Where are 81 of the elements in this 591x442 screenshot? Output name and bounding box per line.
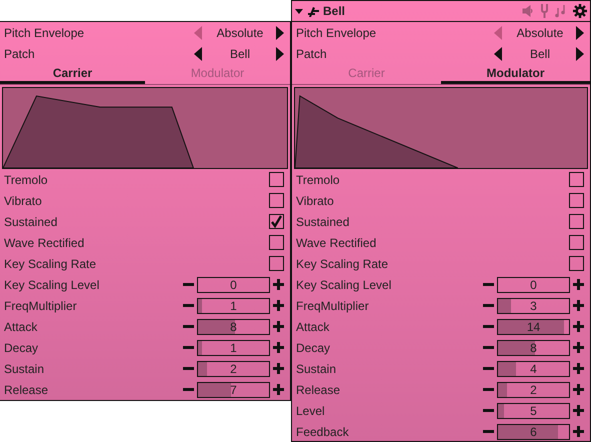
panel-title: Bell [323,3,346,20]
slider-track[interactable]: 5 [497,402,570,418]
option-label: Decay [4,340,40,356]
plus-icon[interactable] [573,300,584,311]
option-label: Wave Rectified [296,234,378,252]
slider-track[interactable]: 7 [197,382,270,398]
checkbox[interactable] [569,256,584,271]
next-arrow-icon[interactable] [276,26,286,40]
picker-label: Patch [4,46,36,62]
option-label: Wave Rectified [4,234,86,252]
option-label: Sustain [296,360,338,378]
tab[interactable]: Carrier [0,64,145,84]
checkbox[interactable] [569,193,584,208]
slider-track[interactable]: 8 [197,318,270,334]
next-arrow-icon[interactable] [276,46,286,60]
slider-track[interactable]: 3 [497,298,570,314]
slider-track[interactable]: 2 [197,360,270,376]
plus-icon[interactable] [573,363,584,374]
slider-track[interactable]: 2 [497,382,570,398]
option-label: Vibrato [296,192,335,210]
checkbox[interactable] [269,214,284,229]
slider-track[interactable]: 1 [197,340,270,356]
previous-arrow-icon[interactable] [494,46,504,60]
picker-label: Patch [296,46,328,62]
checkbox[interactable] [569,214,584,229]
slider-track[interactable]: 1 [197,298,270,314]
option-label: FreqMultiplier [4,298,78,314]
tab[interactable]: Modulator [441,64,590,84]
option-label: Feedback [296,424,350,440]
option-label: Level [296,402,326,420]
slider-track[interactable]: 0 [197,276,270,292]
checkbox[interactable] [269,193,284,208]
picker-value: Absolute [216,24,264,42]
slider-track[interactable]: 14 [497,318,570,334]
slider-track[interactable]: 0 [497,276,570,292]
plus-icon[interactable] [573,321,584,332]
plus-icon[interactable] [273,279,284,290]
slider-track[interactable]: 6 [497,424,570,440]
option-label: Release [4,382,50,398]
picker-value: Bell [228,46,251,62]
option-label: Sustained [296,214,350,230]
picker-label: Pitch Envelope [296,24,378,42]
option-label: Release [296,382,342,398]
checkbox[interactable] [269,235,284,250]
option-label: Sustain [4,360,46,378]
caret-icon[interactable] [295,8,303,14]
checkbox[interactable] [569,172,584,187]
plus-icon[interactable] [273,342,284,353]
picker-label: Pitch Envelope [4,24,86,42]
plus-icon[interactable] [273,300,284,311]
slider-track[interactable]: 4 [497,360,570,376]
picker-value: Absolute [516,24,564,42]
plus-icon[interactable] [573,279,584,290]
plus-icon[interactable] [573,342,584,353]
checkbox[interactable] [569,235,584,250]
plus-icon[interactable] [573,384,584,395]
checkbox[interactable] [269,256,284,271]
option-label: Key Scaling Rate [4,256,98,272]
option-label: FreqMultiplier [296,298,370,314]
settings-icon[interactable] [573,4,587,18]
plus-icon[interactable] [573,426,584,437]
slider-track[interactable]: 8 [497,340,570,356]
next-arrow-icon[interactable] [576,26,586,40]
option-label: Key Scaling Rate [296,256,390,272]
option-label: Sustained [4,214,58,230]
option-label: Attack [296,318,330,336]
option-label: Key Scaling Level [4,276,100,294]
option-label: Attack [4,318,38,336]
next-arrow-icon[interactable] [576,46,586,60]
plus-icon[interactable] [273,384,284,395]
checkbox[interactable] [269,172,284,187]
option-label: Decay [296,340,332,356]
option-label: Key Scaling Level [296,276,392,294]
plus-icon[interactable] [273,321,284,332]
option-label: Tremolo [4,172,49,188]
plus-icon[interactable] [273,363,284,374]
previous-arrow-icon[interactable] [194,46,204,60]
plus-icon[interactable] [573,405,584,416]
picker-value: Bell [528,46,551,62]
option-label: Vibrato [4,192,43,210]
option-label: Tremolo [296,172,341,188]
